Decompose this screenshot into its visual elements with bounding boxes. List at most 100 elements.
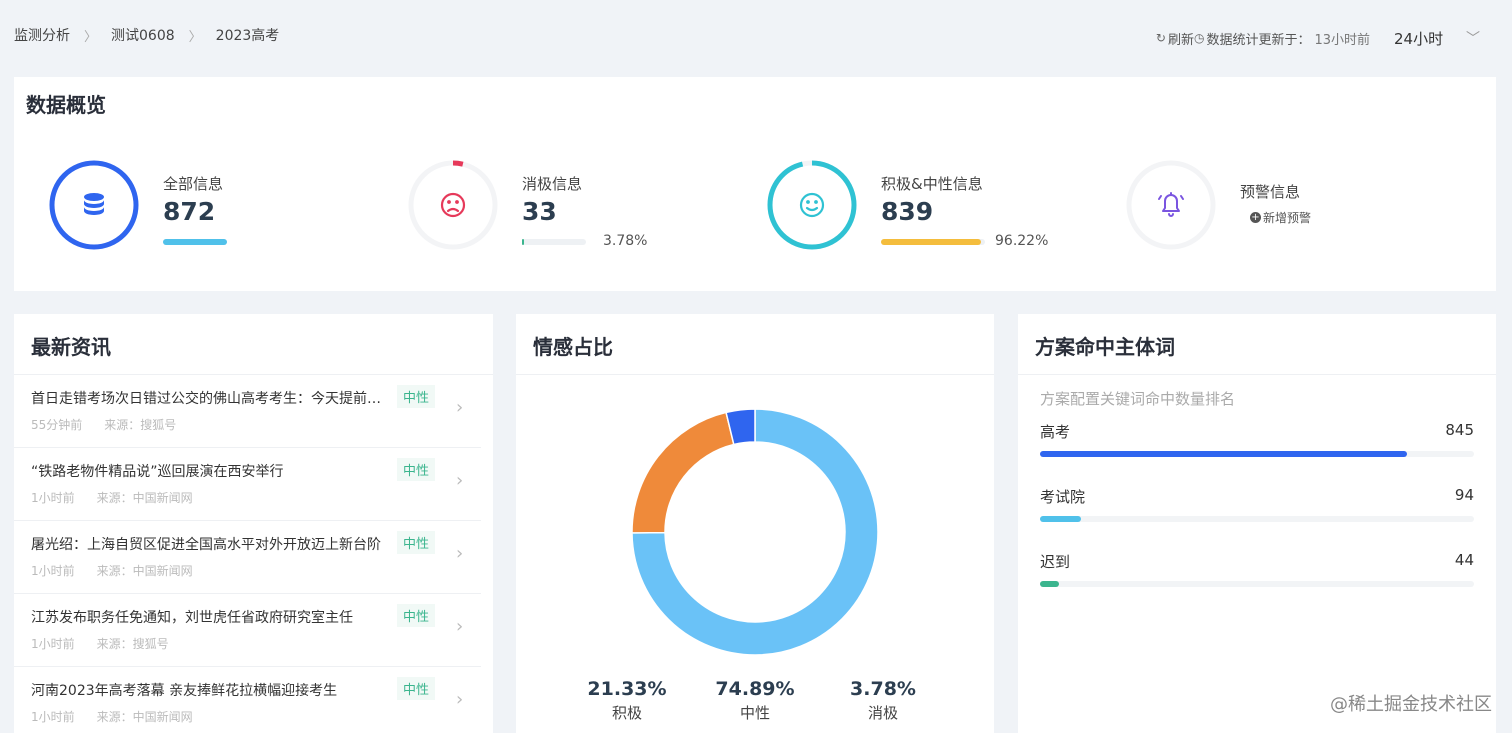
news-list: 首日走错考场次日错过公交的佛山高考考生：今天提前出门 55分钟前 来源：搜狐号 中… [14, 375, 493, 733]
alert-ring [1126, 160, 1216, 250]
update-info: ◷ 数据统计更新于： 13小时前 [1194, 29, 1370, 48]
chevron-right-icon[interactable]: › [456, 689, 463, 710]
refresh-button[interactable]: ↻ 刷新 [1156, 29, 1194, 48]
list-item[interactable]: 屠光绍：上海自贸区促进全国高水平对外开放迈上新台阶 1小时前 来源：中国新闻网 中… [14, 521, 481, 594]
breadcrumb: 监测分析 〉 测试0608 〉 2023高考 [14, 25, 279, 45]
alert-label: 预警信息 [1240, 183, 1301, 201]
alert-ring-track [1126, 160, 1216, 250]
news-item-source: 来源：搜狐号 [96, 637, 169, 651]
keyword-bar [1040, 516, 1474, 522]
legend-positive-value: 21.33% [587, 678, 667, 700]
news-item-meta: 1小时前 来源：中国新闻网 [31, 562, 193, 579]
sentiment-tag: 中性 [397, 458, 436, 481]
overview-title: 数据概览 [26, 93, 106, 117]
news-item-source: 来源：中国新闻网 [96, 564, 193, 578]
chevron-right-icon[interactable]: › [456, 543, 463, 564]
keyword-count: 44 [1454, 551, 1474, 569]
legend-neutral: 74.89% 中性 [700, 678, 810, 723]
breadcrumb-item-current: 2023高考 [215, 28, 280, 44]
all-bar-fill [163, 239, 227, 245]
legend-neutral-label: 中性 [739, 704, 770, 722]
data-overview-card: 数据概览 全部信息 872 消极信息 33 3.78% 积极&中性信息 839 … [14, 77, 1496, 291]
watermark: @稀土掘金技术社区 [1330, 694, 1492, 715]
sentiment-tag: 中性 [397, 604, 436, 627]
sentiment-tag: 中性 [397, 385, 436, 408]
all-ring [49, 160, 139, 250]
legend-positive: 21.33% 积极 [572, 678, 682, 723]
list-item[interactable]: 江苏发布职务任免通知，刘世虎任省政府研究室主任 1小时前 来源：搜狐号 中性 › [14, 594, 481, 667]
list-item[interactable]: 河南2023年高考落幕 亲友捧鲜花拉横幅迎接考生 1小时前 来源：中国新闻网 中性… [14, 667, 481, 733]
keyword-name: 高考 [1040, 423, 1071, 441]
chevron-down-icon: ﹀ [1466, 31, 1480, 47]
news-item-title[interactable]: 河南2023年高考落幕 亲友捧鲜花拉横幅迎接考生 [31, 680, 393, 700]
clock-icon: ◷ [1193, 31, 1205, 45]
time-range-select[interactable]: 24小时 ﹀ [1380, 22, 1494, 54]
plus-circle-icon: + [1250, 212, 1261, 223]
negative-bar [522, 239, 586, 245]
keyword-name: 迟到 [1040, 553, 1071, 571]
time-range-value: 24小时 [1394, 29, 1444, 48]
positive-percent: 96.22% [995, 233, 1049, 249]
sentiment-tag: 中性 [397, 531, 436, 554]
news-item-time: 1小时前 [31, 637, 75, 651]
add-alert-button[interactable]: + 新增预警 [1250, 209, 1311, 226]
negative-ring [408, 160, 498, 250]
all-label: 全部信息 [163, 175, 224, 193]
sentiment-header: 情感占比 [516, 314, 994, 375]
keyword-count: 94 [1454, 486, 1474, 504]
database-icon [84, 193, 104, 215]
positive-value: 839 [881, 197, 934, 226]
negative-bar-fill [522, 239, 525, 245]
breadcrumb-item-test[interactable]: 测试0608 [111, 25, 175, 45]
chevron-right-icon: 〉 [188, 29, 202, 45]
refresh-label: 刷新 [1167, 32, 1194, 48]
legend-positive-label: 积极 [611, 704, 642, 722]
news-item-meta: 1小时前 来源：搜狐号 [31, 635, 169, 652]
breadcrumb-item-monitor[interactable]: 监测分析 [14, 25, 70, 45]
bell-icon [1158, 192, 1184, 217]
news-item-title[interactable]: 屠光绍：上海自贸区促进全国高水平对外开放迈上新台阶 [31, 534, 393, 554]
refresh-icon: ↻ [1155, 31, 1166, 45]
negative-ring-track [408, 160, 498, 250]
negative-label: 消极信息 [522, 175, 583, 193]
legend-negative-value: 3.78% [850, 678, 916, 700]
subject-title: 方案命中主体词 [1035, 335, 1175, 359]
latest-news-card: 最新资讯 首日走错考场次日错过公交的佛山高考考生：今天提前出门 55分钟前 来源：… [14, 314, 493, 733]
negative-value: 33 [522, 197, 557, 226]
sentiment-title: 情感占比 [533, 335, 613, 359]
negative-percent: 3.78% [603, 233, 648, 249]
chevron-right-icon[interactable]: › [456, 397, 463, 418]
news-item-title[interactable]: 首日走错考场次日错过公交的佛山高考考生：今天提前出门 [31, 388, 393, 408]
sentiment-ratio-card: 情感占比 21.33% 积极 74.89% 中性 3.78% 消极 [516, 314, 994, 733]
news-item-title[interactable]: 江苏发布职务任免通知，刘世虎任省政府研究室主任 [31, 607, 393, 627]
news-item-time: 1小时前 [31, 491, 75, 505]
legend-negative-label: 消极 [867, 704, 898, 722]
chevron-right-icon: 〉 [84, 29, 98, 45]
subject-words-card: 方案命中主体词 方案配置关键词命中数量排名 高考 845 考试院 94 迟到 4… [1018, 314, 1496, 733]
all-bar [163, 239, 227, 245]
slice-positive[interactable] [631, 411, 735, 534]
chevron-right-icon[interactable]: › [456, 616, 463, 637]
news-header: 最新资讯 [14, 314, 493, 375]
news-title: 最新资讯 [31, 335, 111, 359]
news-item-meta: 1小时前 来源：中国新闻网 [31, 489, 193, 506]
keyword-bar-fill [1040, 516, 1081, 522]
sentiment-tag: 中性 [397, 677, 436, 700]
news-item-meta: 55分钟前 来源：搜狐号 [31, 416, 176, 433]
news-item-title[interactable]: “铁路老物件精品说”巡回展演在西安举行 [31, 461, 393, 481]
list-item[interactable]: “铁路老物件精品说”巡回展演在西安举行 1小时前 来源：中国新闻网 中性 › [14, 448, 481, 521]
news-item-meta: 1小时前 来源：中国新闻网 [31, 708, 193, 725]
legend-neutral-value: 74.89% [715, 678, 795, 700]
keyword-bar [1040, 581, 1474, 587]
top-bar: 监测分析 〉 测试0608 〉 2023高考 ↻ 刷新 ◷ 数据统计更新于： 1… [0, 0, 1512, 70]
keyword-bar-fill [1040, 451, 1407, 457]
news-item-source: 来源：中国新闻网 [96, 710, 193, 724]
positive-ring-arc [767, 160, 857, 250]
news-item-time: 1小时前 [31, 710, 75, 724]
all-value: 872 [163, 197, 216, 226]
positive-label: 积极&中性信息 [881, 175, 983, 193]
chevron-right-icon[interactable]: › [456, 470, 463, 491]
frown-icon [440, 192, 466, 218]
list-item[interactable]: 首日走错考场次日错过公交的佛山高考考生：今天提前出门 55分钟前 来源：搜狐号 中… [14, 375, 481, 448]
news-item-source: 来源：搜狐号 [104, 418, 177, 432]
